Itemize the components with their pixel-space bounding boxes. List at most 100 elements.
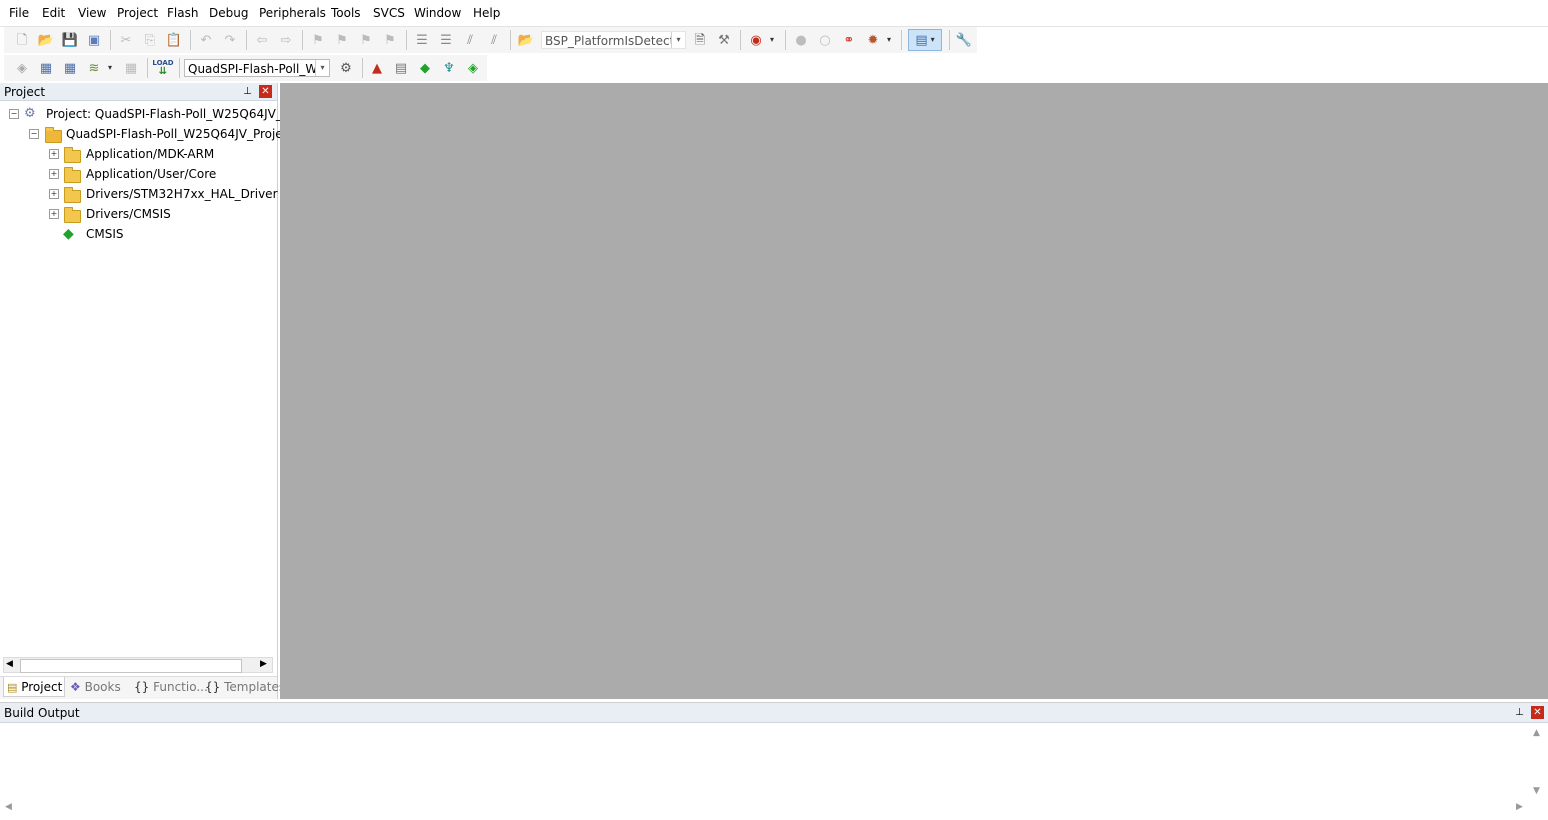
paste-icon[interactable]: 📋: [165, 31, 183, 49]
target-select[interactable]: QuadSPI-Flash-Poll_W25 ▾: [184, 59, 330, 77]
tree-group-row[interactable]: + Drivers/STM32H7xx_HAL_Driver: [0, 184, 278, 204]
tree-group-row[interactable]: + Application/User/Core: [0, 164, 277, 184]
scroll-right-icon[interactable]: ▶: [1516, 802, 1523, 812]
previous-bookmark-icon[interactable]: ⚑: [333, 31, 351, 49]
pin-icon[interactable]: ⊥: [241, 85, 254, 98]
menu-project[interactable]: Project: [117, 6, 158, 20]
tree-component-row[interactable]: ◆ CMSIS: [0, 224, 277, 244]
undo-icon[interactable]: ↶: [197, 31, 215, 49]
build-output-title: Build Output: [4, 706, 80, 720]
pin-icon[interactable]: ⊥: [1513, 706, 1526, 719]
collapse-icon[interactable]: −: [29, 129, 39, 139]
tree-group-row[interactable]: + Drivers/CMSIS: [0, 204, 277, 224]
toolbar-separator: [362, 58, 363, 78]
chevron-down-icon[interactable]: ▾: [315, 60, 329, 76]
navigate-back-icon[interactable]: ⇦: [253, 31, 271, 49]
close-icon[interactable]: ✕: [259, 85, 272, 98]
menu-view[interactable]: View: [78, 6, 106, 20]
stop-build-icon[interactable]: ▦: [122, 59, 140, 77]
incremental-find-icon[interactable]: ⚒: [715, 31, 733, 49]
tab-functions-label: Functio...: [153, 680, 208, 694]
insert-breakpoint-icon[interactable]: ●: [792, 31, 810, 49]
group-label: Drivers/CMSIS: [86, 207, 171, 221]
comment-icon[interactable]: ⫽: [461, 31, 479, 49]
unindent-icon[interactable]: ☰: [437, 31, 455, 49]
event-recorder-icon[interactable]: ♆: [440, 59, 458, 77]
save-all-icon[interactable]: ▣: [85, 31, 103, 49]
project-panel-header: Project ⊥ ✕: [0, 83, 277, 101]
menu-edit[interactable]: Edit: [42, 6, 65, 20]
pack-installer-icon[interactable]: ◈: [464, 59, 482, 77]
menu-file[interactable]: File: [9, 6, 29, 20]
menu-tools[interactable]: Tools: [331, 6, 361, 20]
expand-icon[interactable]: +: [49, 169, 59, 179]
collapse-icon[interactable]: −: [9, 109, 19, 119]
configuration-wrench-icon[interactable]: 🔧: [955, 31, 973, 49]
build-output-text[interactable]: [0, 723, 1531, 815]
kill-breakpoints-icon[interactable]: ✹: [864, 31, 882, 49]
new-file-icon[interactable]: 🗋: [13, 31, 31, 49]
uncomment-icon[interactable]: ⫽: [485, 31, 503, 49]
build-icon[interactable]: ▦: [37, 59, 55, 77]
scroll-left-icon[interactable]: ◀: [6, 659, 13, 669]
menu-bar: File Edit View Project Flash Debug Perip…: [0, 0, 1548, 27]
tree-target-row[interactable]: − QuadSPI-Flash-Poll_W25Q64JV_Project: [0, 124, 294, 144]
tab-templates[interactable]: {} Templates: [205, 677, 285, 697]
tree-group-row[interactable]: + Application/MDK-ARM: [0, 144, 277, 164]
chevron-down-icon[interactable]: ▾: [105, 59, 115, 77]
tree-root-row[interactable]: − ⚙ Project: QuadSPI-Flash-Poll_W25Q64JV…: [0, 104, 301, 124]
scroll-left-icon[interactable]: ◀: [5, 802, 12, 812]
menu-debug[interactable]: Debug: [209, 6, 248, 20]
scroll-down-icon[interactable]: ▼: [1533, 786, 1540, 796]
scroll-right-icon[interactable]: ▶: [260, 659, 267, 669]
find-icon[interactable]: 🗎: [691, 31, 709, 49]
tab-books[interactable]: ❖ Books: [70, 677, 121, 697]
menu-help[interactable]: Help: [473, 6, 500, 20]
debug-session-icon[interactable]: ◉: [747, 31, 765, 49]
enable-breakpoint-icon[interactable]: ○: [816, 31, 834, 49]
window-layout-icon[interactable]: ▤ ▾: [908, 29, 942, 51]
translate-icon[interactable]: ◈: [13, 59, 31, 77]
copy-icon[interactable]: ⎘: [141, 31, 159, 49]
insert-bookmark-icon[interactable]: ⚑: [309, 31, 327, 49]
chevron-down-icon[interactable]: ▾: [767, 31, 777, 49]
menu-svcs[interactable]: SVCS: [373, 6, 405, 20]
expand-icon[interactable]: +: [49, 209, 59, 219]
clear-bookmarks-icon[interactable]: ⚑: [381, 31, 399, 49]
manage-run-time-environment-icon[interactable]: ◆: [416, 59, 434, 77]
menu-peripherals[interactable]: Peripherals: [259, 6, 326, 20]
navigate-forward-icon[interactable]: ⇨: [277, 31, 295, 49]
tab-project[interactable]: ▤ Project: [3, 677, 65, 697]
rebuild-icon[interactable]: ▦: [61, 59, 79, 77]
select-packs-icon[interactable]: ▤: [392, 59, 410, 77]
save-icon[interactable]: 💾: [61, 31, 79, 49]
menu-flash[interactable]: Flash: [167, 6, 198, 20]
load-download-icon[interactable]: LOAD ⇊: [152, 59, 173, 77]
expand-icon[interactable]: +: [49, 149, 59, 159]
redo-icon[interactable]: ↷: [221, 31, 239, 49]
build-toolbar: ◈ ▦ ▦ ≋ ▾ ▦ LOAD ⇊ QuadSPI-Flash-Poll_W25…: [4, 55, 487, 81]
open-file-icon[interactable]: 📂: [37, 31, 55, 49]
group-label: Drivers/STM32H7xx_HAL_Driver: [86, 187, 278, 201]
find-combo[interactable]: BSP_PlatformIsDetected ▾: [541, 31, 686, 49]
editor-area[interactable]: [280, 83, 1548, 699]
disable-breakpoints-icon[interactable]: ⚭: [840, 31, 858, 49]
scroll-up-icon[interactable]: ▲: [1533, 728, 1540, 738]
indent-icon[interactable]: ☰: [413, 31, 431, 49]
chevron-down-icon[interactable]: ▾: [884, 31, 894, 49]
component-label: CMSIS: [86, 227, 124, 241]
next-bookmark-icon[interactable]: ⚑: [357, 31, 375, 49]
options-for-target-icon[interactable]: ⚙: [337, 59, 355, 77]
horizontal-scrollbar[interactable]: ◀ ▶: [3, 657, 273, 673]
manage-project-items-icon[interactable]: ▲: [368, 59, 386, 77]
scrollbar-thumb[interactable]: [20, 659, 242, 673]
chevron-down-icon[interactable]: ▾: [671, 32, 685, 48]
find-combo-value: BSP_PlatformIsDetected: [545, 34, 686, 48]
find-in-files-icon[interactable]: 📂: [517, 31, 535, 49]
batch-build-icon[interactable]: ≋: [85, 59, 103, 77]
tab-functions[interactable]: {} Functio...: [134, 677, 208, 697]
expand-icon[interactable]: +: [49, 189, 59, 199]
close-icon[interactable]: ✕: [1531, 706, 1544, 719]
menu-window[interactable]: Window: [414, 6, 461, 20]
cut-icon[interactable]: ✂: [117, 31, 135, 49]
